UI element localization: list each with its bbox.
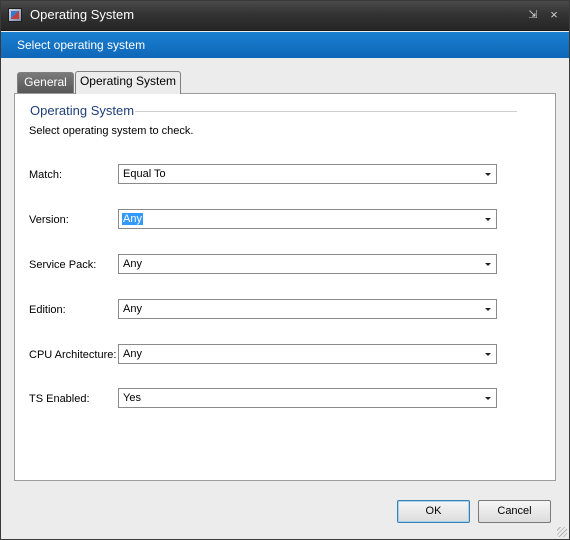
pin-icon[interactable]: ⇲ <box>525 7 541 23</box>
group-divider <box>135 111 517 112</box>
header-band: Select operating system <box>1 32 569 58</box>
title-bar[interactable]: Operating System ⇲ × <box>1 1 569 31</box>
ok-button[interactable]: OK <box>397 500 470 523</box>
chevron-down-icon[interactable] <box>485 263 491 266</box>
ts-enabled-dropdown[interactable]: Yes <box>118 388 497 408</box>
chevron-down-icon[interactable] <box>485 218 491 221</box>
chevron-down-icon[interactable] <box>485 353 491 356</box>
version-label: Version: <box>29 214 69 226</box>
service-pack-dropdown[interactable]: Any <box>118 254 497 274</box>
chevron-down-icon[interactable] <box>485 397 491 400</box>
close-icon[interactable]: × <box>546 7 562 23</box>
window-title: Operating System <box>30 7 135 22</box>
header-text: Select operating system <box>17 38 146 52</box>
match-value: Equal To <box>123 168 166 180</box>
dialog-window: Operating System ⇲ × Select operating sy… <box>0 0 570 540</box>
cancel-button[interactable]: Cancel <box>478 500 551 523</box>
match-dropdown[interactable]: Equal To <box>118 164 497 184</box>
cpu-architecture-label: CPU Architecture: <box>29 349 117 361</box>
app-window-icon <box>8 8 22 22</box>
edition-dropdown[interactable]: Any <box>118 299 497 319</box>
cpu-architecture-value: Any <box>123 348 142 360</box>
chevron-down-icon[interactable] <box>485 173 491 176</box>
edition-value: Any <box>123 303 142 315</box>
tab-operating-system[interactable]: Operating System <box>75 71 181 94</box>
tab-panel: Operating System Select operating system… <box>14 93 556 481</box>
group-title: Operating System <box>30 103 135 118</box>
ts-enabled-label: TS Enabled: <box>29 393 90 405</box>
chevron-down-icon[interactable] <box>485 308 491 311</box>
group-description: Select operating system to check. <box>29 125 194 137</box>
resize-grip-icon[interactable] <box>557 527 567 537</box>
version-dropdown[interactable]: Any <box>118 209 497 229</box>
match-label: Match: <box>29 169 63 181</box>
tab-general[interactable]: General <box>17 72 74 93</box>
ts-enabled-value: Yes <box>123 392 141 404</box>
service-pack-label: Service Pack: <box>29 259 97 271</box>
version-value: Any <box>122 213 143 225</box>
cpu-architecture-dropdown[interactable]: Any <box>118 344 497 364</box>
service-pack-value: Any <box>123 258 142 270</box>
edition-label: Edition: <box>29 304 66 316</box>
